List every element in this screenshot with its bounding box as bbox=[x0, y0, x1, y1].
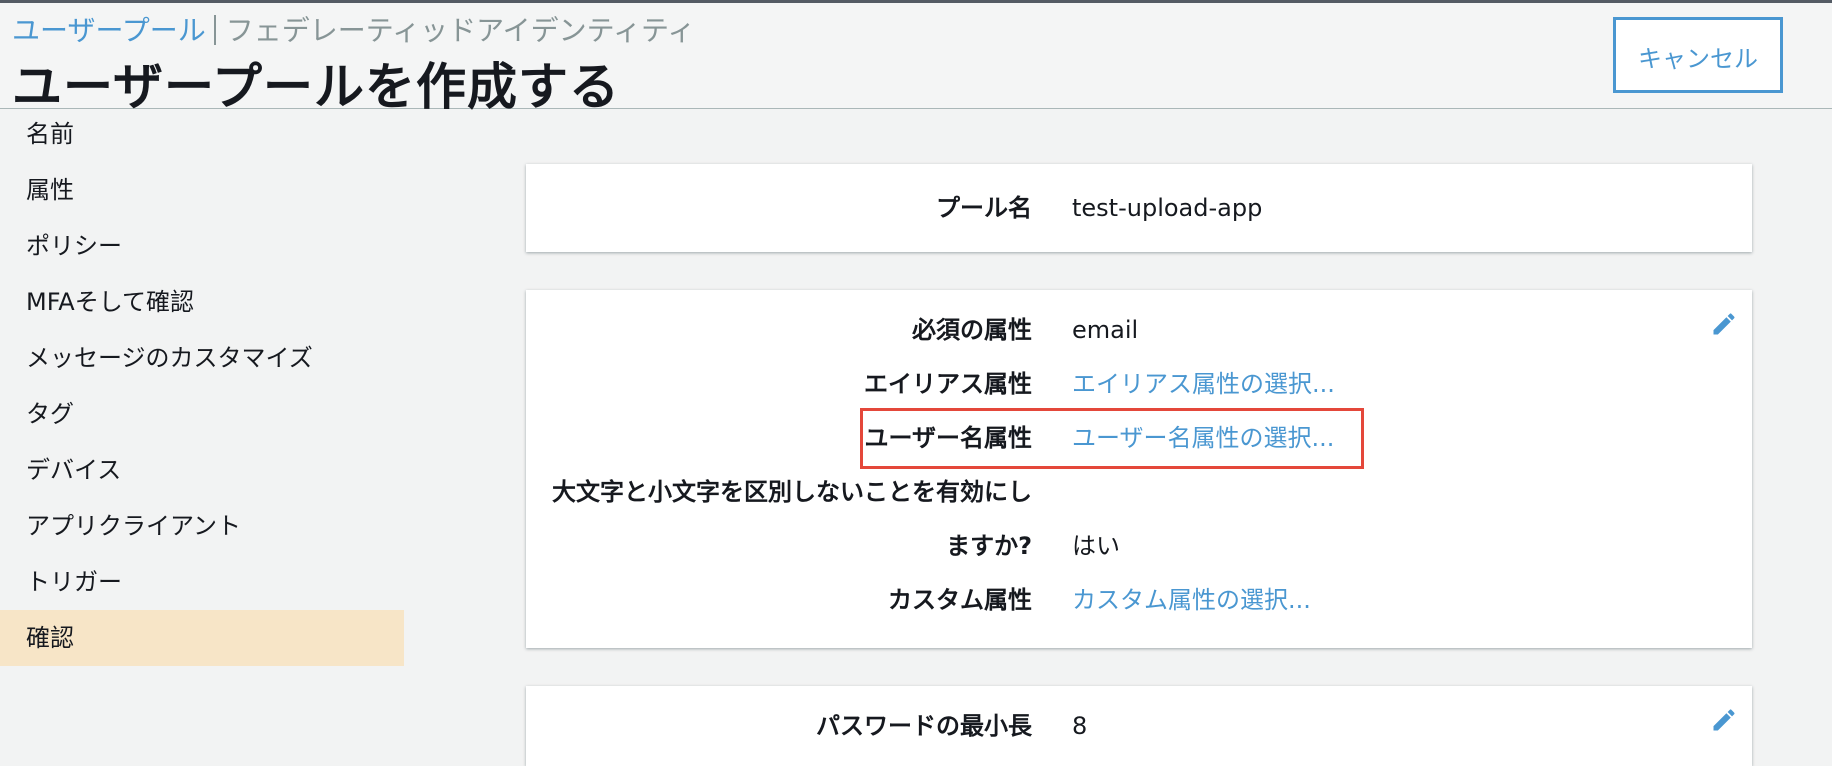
password-min-length-label: パスワードの最小長 bbox=[816, 712, 1032, 740]
alias-attributes-row: エイリアス属性 エイリアス属性の選択... bbox=[526, 364, 1752, 404]
breadcrumb-user-pools-link[interactable]: ユーザープール bbox=[12, 14, 206, 47]
username-attributes-label: ユーザー名属性 bbox=[864, 424, 1032, 452]
pool-name-card: プール名 test-upload-app bbox=[526, 164, 1752, 252]
username-attributes-link[interactable]: ユーザー名属性の選択... bbox=[1072, 418, 1334, 458]
username-attributes-row: ユーザー名属性 ユーザー名属性の選択... bbox=[526, 418, 1752, 458]
pool-name-row: プール名 test-upload-app bbox=[526, 188, 1752, 228]
sidebar-item-tags[interactable]: タグ bbox=[0, 386, 404, 442]
sidebar-item-triggers[interactable]: トリガー bbox=[0, 554, 404, 610]
breadcrumb-separator bbox=[213, 15, 216, 45]
required-attributes-value: email bbox=[1072, 316, 1139, 344]
custom-attributes-label: カスタム属性 bbox=[888, 586, 1032, 614]
sidebar-item-name[interactable]: 名前 bbox=[0, 106, 404, 162]
sidebar-item-policies[interactable]: ポリシー bbox=[0, 218, 404, 274]
required-attributes-label: 必須の属性 bbox=[912, 316, 1032, 344]
sidebar-item-message-customization[interactable]: メッセージのカスタマイズ bbox=[0, 330, 404, 386]
sidebar-item-app-clients[interactable]: アプリクライアント bbox=[0, 498, 404, 554]
cancel-button[interactable]: キャンセル bbox=[1613, 17, 1783, 93]
password-min-length-value: 8 bbox=[1072, 712, 1088, 740]
sidebar-item-devices[interactable]: デバイス bbox=[0, 442, 404, 498]
password-policy-card: パスワードの最小長 8 bbox=[526, 686, 1752, 766]
pool-name-label: プール名 bbox=[936, 194, 1032, 222]
case-insensitive-row: ますか? はい bbox=[526, 526, 1752, 566]
password-min-length-row: パスワードの最小長 8 bbox=[526, 706, 1752, 746]
required-attributes-row: 必須の属性 email bbox=[526, 310, 1752, 350]
sidebar-item-attributes[interactable]: 属性 bbox=[0, 162, 404, 218]
alias-attributes-link[interactable]: エイリアス属性の選択... bbox=[1072, 364, 1335, 404]
custom-attributes-row: カスタム属性 カスタム属性の選択... bbox=[526, 580, 1752, 620]
case-insensitive-value: はい bbox=[1072, 532, 1120, 560]
sidebar-item-review[interactable]: 確認 bbox=[0, 610, 404, 666]
custom-attributes-link[interactable]: カスタム属性の選択... bbox=[1072, 580, 1311, 620]
sidebar-item-mfa-verification[interactable]: MFAそして確認 bbox=[0, 274, 404, 330]
case-insensitive-label-line2: ますか? bbox=[946, 532, 1032, 560]
case-insensitive-row-line1: 大文字と小文字を区別しないことを有効にし bbox=[526, 472, 1752, 512]
case-insensitive-label-line1: 大文字と小文字を区別しないことを有効にし bbox=[552, 478, 1032, 506]
alias-attributes-label: エイリアス属性 bbox=[864, 370, 1032, 398]
breadcrumb: ユーザープール フェデレーティッドアイデンティティ bbox=[12, 9, 695, 49]
breadcrumb-federated-identities[interactable]: フェデレーティッドアイデンティティ bbox=[226, 14, 696, 47]
page-header: ユーザープール フェデレーティッドアイデンティティ ユーザープールを作成する キャ… bbox=[0, 3, 1832, 116]
pool-name-value: test-upload-app bbox=[1072, 194, 1263, 222]
wizard-sidebar: 名前 属性 ポリシー MFAそして確認 メッセージのカスタマイズ タグ デバイス… bbox=[0, 106, 404, 666]
attributes-card: 必須の属性 email エイリアス属性 エイリアス属性の選択... ユーザー名属… bbox=[526, 290, 1752, 648]
